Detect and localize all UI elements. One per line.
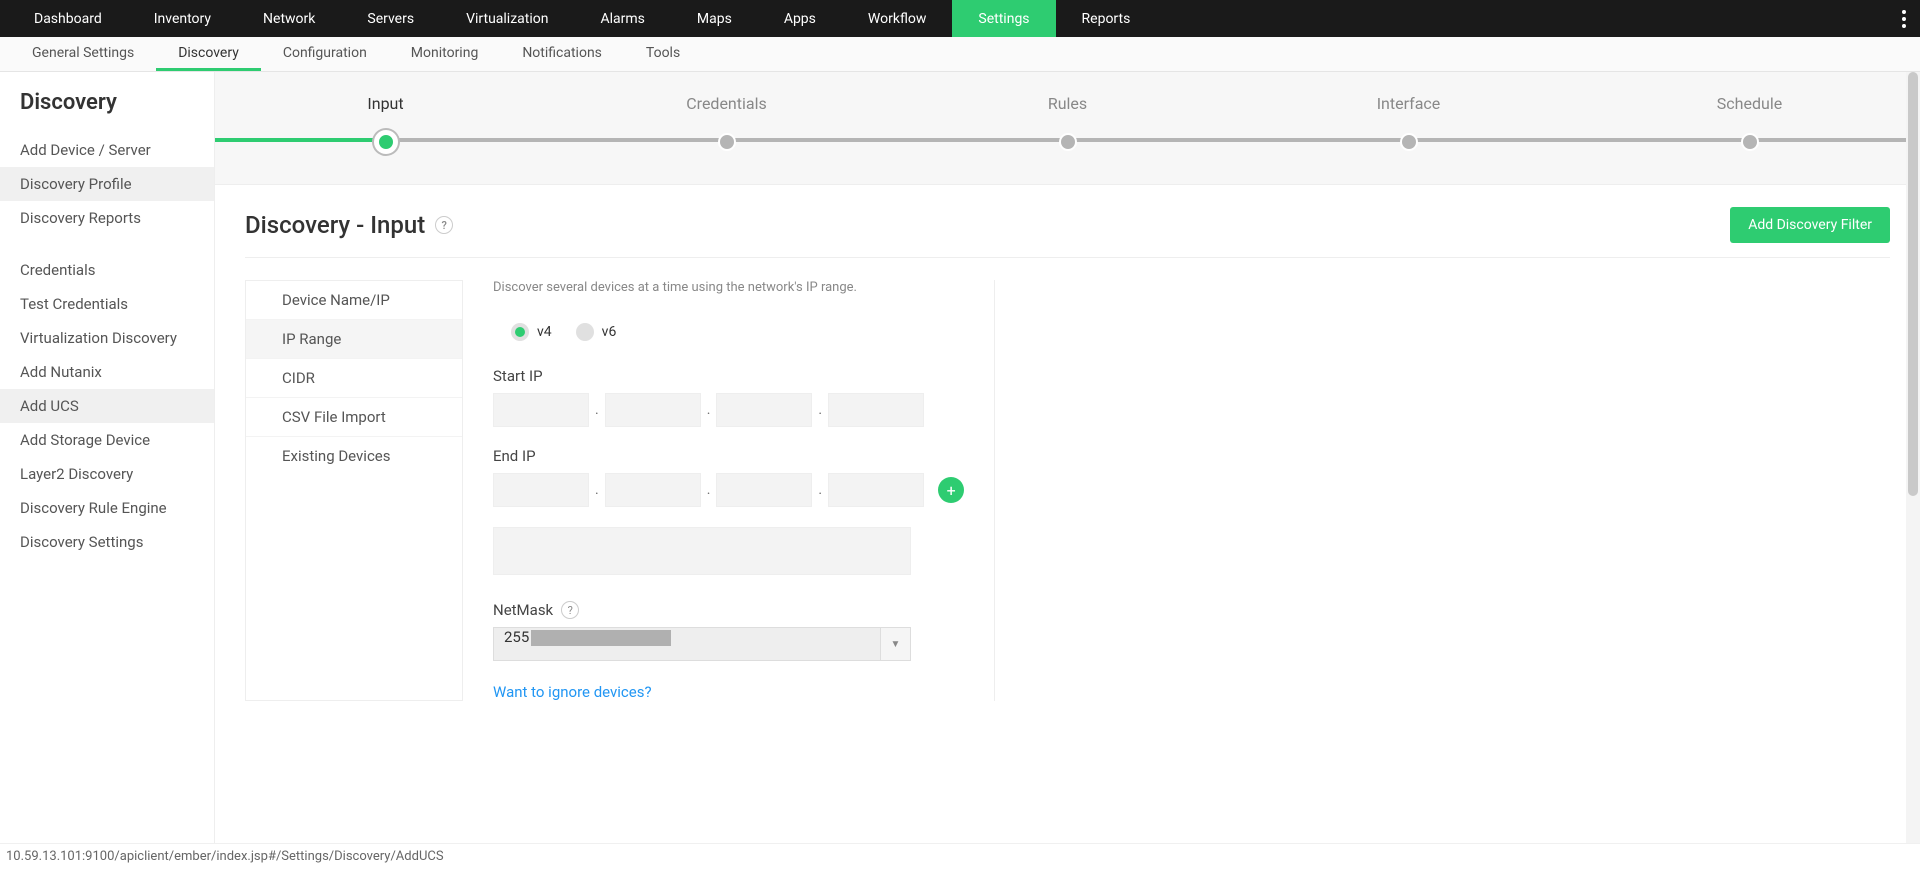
method-existing-devices[interactable]: Existing Devices (246, 437, 462, 475)
netmask-label: NetMask ? (493, 601, 964, 619)
topnav-item-workflow[interactable]: Workflow (842, 0, 953, 37)
topnav-item-servers[interactable]: Servers (341, 0, 440, 37)
kebab-menu-icon[interactable] (1902, 0, 1906, 37)
step-interface[interactable]: Interface (1238, 94, 1579, 154)
main-area: InputCredentialsRulesInterfaceSchedule D… (215, 72, 1920, 843)
sidebar-item-credentials[interactable]: Credentials (0, 253, 214, 287)
sidebar-item-add-nutanix[interactable]: Add Nutanix (0, 355, 214, 389)
ip-range-form: Discover several devices at a time using… (493, 280, 995, 701)
method-ip-range[interactable]: IP Range (246, 320, 462, 359)
sidebar: Discovery Add Device / ServerDiscovery P… (0, 72, 215, 843)
start-ip-octet-2[interactable] (605, 393, 701, 427)
add-discovery-filter-button[interactable]: Add Discovery Filter (1730, 207, 1890, 243)
netmask-dropdown-button[interactable]: ▼ (881, 627, 911, 661)
sidebar-item-discovery-reports[interactable]: Discovery Reports (0, 201, 214, 235)
help-icon[interactable]: ? (561, 601, 579, 619)
ipv6-radio[interactable]: v6 (576, 323, 617, 341)
status-url: 10.59.13.101:9100/apiclient/ember/index.… (6, 849, 444, 864)
netmask-input[interactable]: 255 (493, 627, 881, 661)
start-ip-octet-4[interactable] (828, 393, 924, 427)
status-bar: 10.59.13.101:9100/apiclient/ember/index.… (0, 843, 1920, 869)
start-ip-row: . . . (493, 393, 964, 427)
form-hint: Discover several devices at a time using… (493, 280, 964, 295)
step-schedule[interactable]: Schedule (1579, 94, 1920, 154)
end-ip-label: End IP (493, 447, 964, 465)
topnav-item-maps[interactable]: Maps (671, 0, 758, 37)
ipv4-radio[interactable]: v4 (511, 323, 552, 341)
topnav-item-alarms[interactable]: Alarms (574, 0, 670, 37)
sidebar-item-add-device-server[interactable]: Add Device / Server (0, 133, 214, 167)
sidebar-item-layer2-discovery[interactable]: Layer2 Discovery (0, 457, 214, 491)
subnav-item-configuration[interactable]: Configuration (261, 37, 389, 71)
method-csv-file-import[interactable]: CSV File Import (246, 398, 462, 437)
topnav-item-network[interactable]: Network (237, 0, 341, 37)
sidebar-item-test-credentials[interactable]: Test Credentials (0, 287, 214, 321)
topnav-item-dashboard[interactable]: Dashboard (8, 0, 128, 37)
page-title: Discovery - Input ? (245, 211, 453, 239)
start-ip-octet-3[interactable] (716, 393, 812, 427)
sidebar-item-virtualization-discovery[interactable]: Virtualization Discovery (0, 321, 214, 355)
top-nav: DashboardInventoryNetworkServersVirtuali… (0, 0, 1920, 37)
topnav-item-virtualization[interactable]: Virtualization (440, 0, 574, 37)
subnav-item-monitoring[interactable]: Monitoring (389, 37, 501, 71)
subnav-item-tools[interactable]: Tools (624, 37, 702, 71)
sub-nav: General SettingsDiscoveryConfigurationMo… (0, 37, 1920, 72)
sidebar-item-add-ucs[interactable]: Add UCS (0, 389, 214, 423)
start-ip-label: Start IP (493, 367, 964, 385)
end-ip-row: . . . + (493, 473, 964, 507)
step-input[interactable]: Input (215, 94, 556, 154)
method-cidr[interactable]: CIDR (246, 359, 462, 398)
topnav-item-settings[interactable]: Settings (952, 0, 1055, 37)
sidebar-item-discovery-profile[interactable]: Discovery Profile (0, 167, 214, 201)
end-ip-octet-2[interactable] (605, 473, 701, 507)
end-ip-octet-3[interactable] (716, 473, 812, 507)
method-device-name-ip[interactable]: Device Name/IP (246, 281, 462, 320)
sidebar-title: Discovery (0, 90, 214, 133)
help-icon[interactable]: ? (435, 216, 453, 234)
ip-range-list-box[interactable] (493, 527, 911, 575)
end-ip-octet-1[interactable] (493, 473, 589, 507)
input-method-list: Device Name/IPIP RangeCIDRCSV File Impor… (245, 280, 463, 701)
stepper: InputCredentialsRulesInterfaceSchedule (215, 72, 1920, 185)
sidebar-item-discovery-settings[interactable]: Discovery Settings (0, 525, 214, 559)
subnav-item-discovery[interactable]: Discovery (156, 37, 261, 71)
sidebar-item-add-storage-device[interactable]: Add Storage Device (0, 423, 214, 457)
ignore-devices-link[interactable]: Want to ignore devices? (493, 683, 652, 701)
topnav-item-apps[interactable]: Apps (758, 0, 842, 37)
topnav-item-reports[interactable]: Reports (1056, 0, 1157, 37)
subnav-item-notifications[interactable]: Notifications (500, 37, 624, 71)
vertical-scrollbar[interactable] (1906, 72, 1920, 843)
topnav-item-inventory[interactable]: Inventory (128, 0, 237, 37)
sidebar-item-discovery-rule-engine[interactable]: Discovery Rule Engine (0, 491, 214, 525)
start-ip-octet-1[interactable] (493, 393, 589, 427)
step-rules[interactable]: Rules (897, 94, 1238, 154)
end-ip-octet-4[interactable] (828, 473, 924, 507)
subnav-item-general-settings[interactable]: General Settings (10, 37, 156, 71)
add-ip-range-button[interactable]: + (938, 477, 964, 503)
step-credentials[interactable]: Credentials (556, 94, 897, 154)
